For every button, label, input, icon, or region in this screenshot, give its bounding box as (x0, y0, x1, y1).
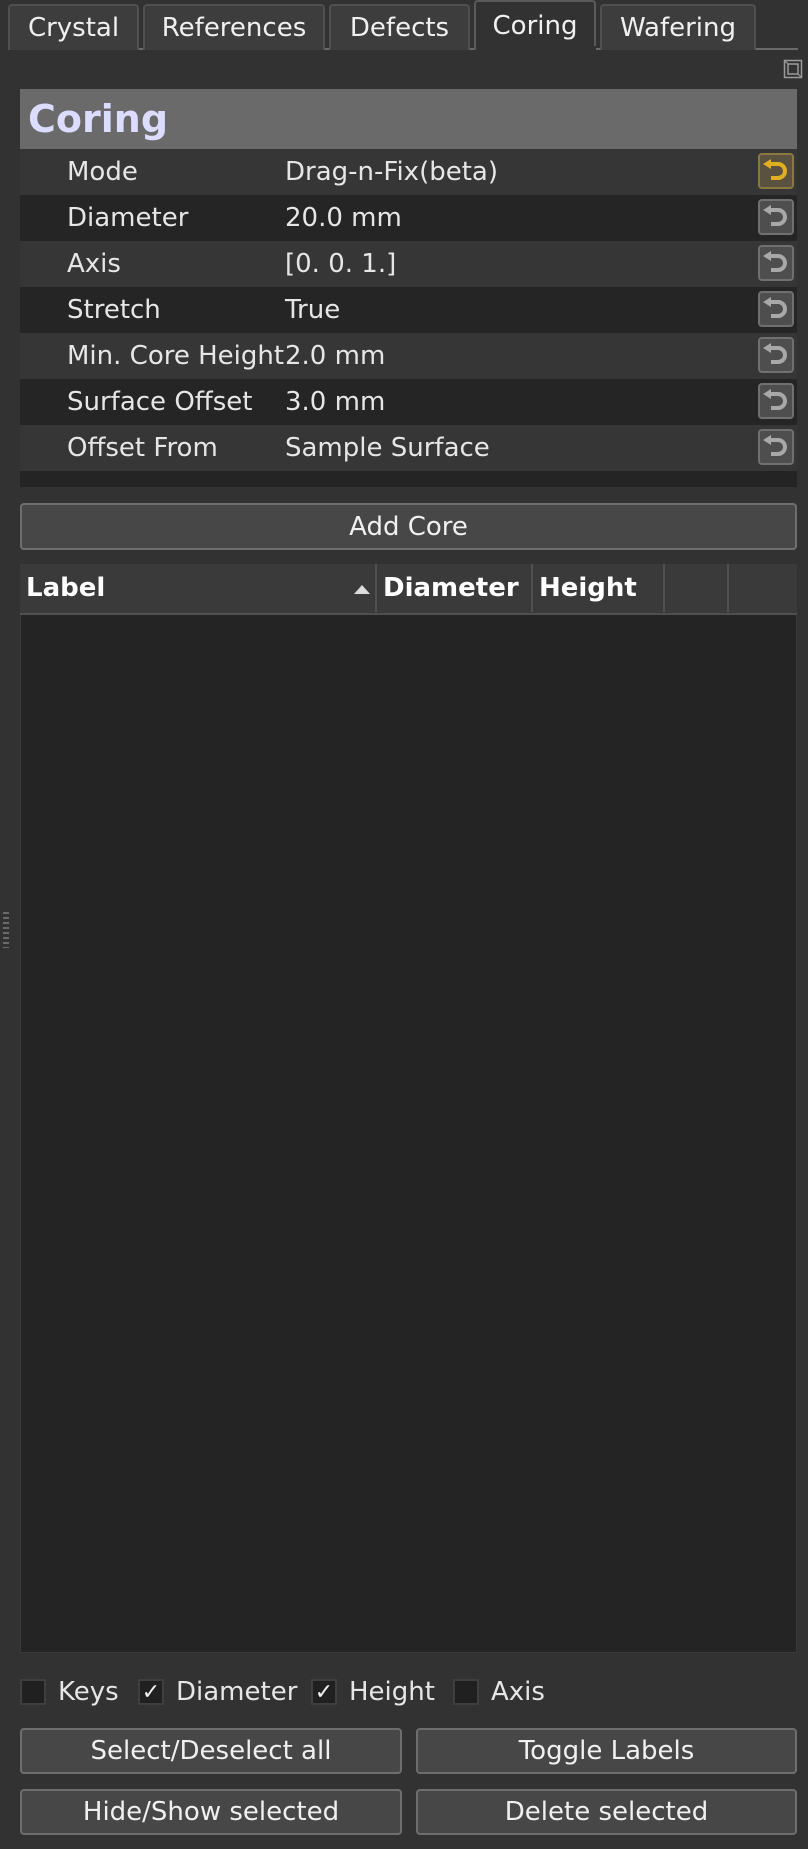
property-name: Diameter (67, 203, 189, 233)
property-row-diameter[interactable]: Diameter 20.0 mm (20, 195, 797, 241)
property-value[interactable]: Drag-n-Fix(beta) (285, 149, 498, 195)
property-value[interactable]: [0. 0. 1.] (285, 241, 396, 287)
delete-selected-button[interactable]: Delete selected (416, 1789, 797, 1835)
coring-properties-panel: Coring Mode Drag-n-Fix(beta) Diameter 20… (20, 89, 797, 487)
tab-defects[interactable]: Defects (329, 4, 470, 50)
property-row-min-core-height[interactable]: Min. Core Height 2.0 mm (20, 333, 797, 379)
checkbox-label: Axis (491, 1677, 545, 1707)
column-header-extra-2[interactable] (729, 564, 797, 612)
property-name: Stretch (67, 295, 161, 325)
undo-arrow-icon (763, 205, 787, 226)
property-row-stretch[interactable]: Stretch True (20, 287, 797, 333)
undo-arrow-icon (763, 251, 787, 272)
column-header-height[interactable]: Height (533, 564, 665, 612)
undo-arrow-icon (763, 435, 787, 456)
reset-button[interactable] (758, 337, 794, 373)
undock-icon (783, 59, 803, 79)
column-header-label[interactable]: Label (20, 564, 377, 612)
reset-button[interactable] (758, 245, 794, 281)
checkbox-box[interactable]: ✓ (311, 1679, 337, 1705)
toggle-labels-button[interactable]: Toggle Labels (416, 1728, 797, 1774)
select-deselect-all-button[interactable]: Select/Deselect all (20, 1728, 402, 1774)
property-value[interactable]: True (285, 287, 340, 333)
checkbox-box[interactable]: ✓ (138, 1679, 164, 1705)
property-name: Surface Offset (67, 387, 253, 417)
tab-references[interactable]: References (143, 4, 325, 50)
property-name: Offset From (67, 433, 218, 463)
property-value[interactable]: 3.0 mm (285, 379, 385, 425)
checkbox-box[interactable] (20, 1679, 46, 1705)
tab-crystal[interactable]: Crystal (8, 4, 139, 50)
checkbox-diameter[interactable]: ✓ Diameter (138, 1674, 297, 1710)
checkbox-label: Diameter (176, 1677, 298, 1707)
property-name: Mode (67, 157, 138, 187)
property-row-offset-from[interactable]: Offset From Sample Surface (20, 425, 797, 471)
property-name: Min. Core Height (67, 341, 285, 371)
reset-button[interactable] (758, 383, 794, 419)
splitter-handle[interactable] (3, 912, 9, 948)
property-value[interactable]: 20.0 mm (285, 195, 402, 241)
add-core-button[interactable]: Add Core (20, 503, 797, 550)
tab-bar: Crystal References Defects Coring Waferi… (8, 0, 760, 50)
tab-wafering[interactable]: Wafering (600, 4, 756, 50)
reset-button[interactable] (758, 199, 794, 235)
reset-button[interactable] (758, 291, 794, 327)
checkbox-axis[interactable]: Axis (453, 1674, 545, 1710)
table-header: Label Diameter Height (20, 564, 797, 615)
undo-arrow-icon (763, 389, 787, 410)
undo-arrow-icon (763, 159, 787, 180)
property-row-axis[interactable]: Axis [0. 0. 1.] (20, 241, 797, 287)
panel-title: Coring (20, 89, 797, 149)
hide-show-selected-button[interactable]: Hide/Show selected (20, 1789, 402, 1835)
property-value[interactable]: Sample Surface (285, 425, 490, 471)
property-name: Axis (67, 249, 121, 279)
undo-arrow-icon (763, 297, 787, 318)
cores-table[interactable] (20, 564, 797, 1653)
undock-button[interactable] (782, 58, 804, 80)
reset-button[interactable] (758, 153, 794, 189)
property-row-surface-offset[interactable]: Surface Offset 3.0 mm (20, 379, 797, 425)
column-header-extra-1[interactable] (665, 564, 729, 612)
active-tab-gap (476, 46, 596, 52)
property-row-mode[interactable]: Mode Drag-n-Fix(beta) (20, 149, 797, 195)
checkbox-height[interactable]: ✓ Height (311, 1674, 435, 1710)
checkmark-icon: ✓ (141, 1679, 161, 1705)
checkmark-icon: ✓ (314, 1679, 334, 1705)
checkbox-label: Keys (58, 1677, 119, 1707)
checkbox-label: Height (349, 1677, 435, 1707)
checkbox-keys[interactable]: Keys (20, 1674, 119, 1710)
undo-arrow-icon (763, 343, 787, 364)
column-header-diameter[interactable]: Diameter (377, 564, 533, 612)
sort-ascending-icon (354, 585, 370, 594)
tab-coring[interactable]: Coring (474, 0, 596, 50)
reset-button[interactable] (758, 429, 794, 465)
checkbox-box[interactable] (453, 1679, 479, 1705)
property-value[interactable]: 2.0 mm (285, 333, 385, 379)
